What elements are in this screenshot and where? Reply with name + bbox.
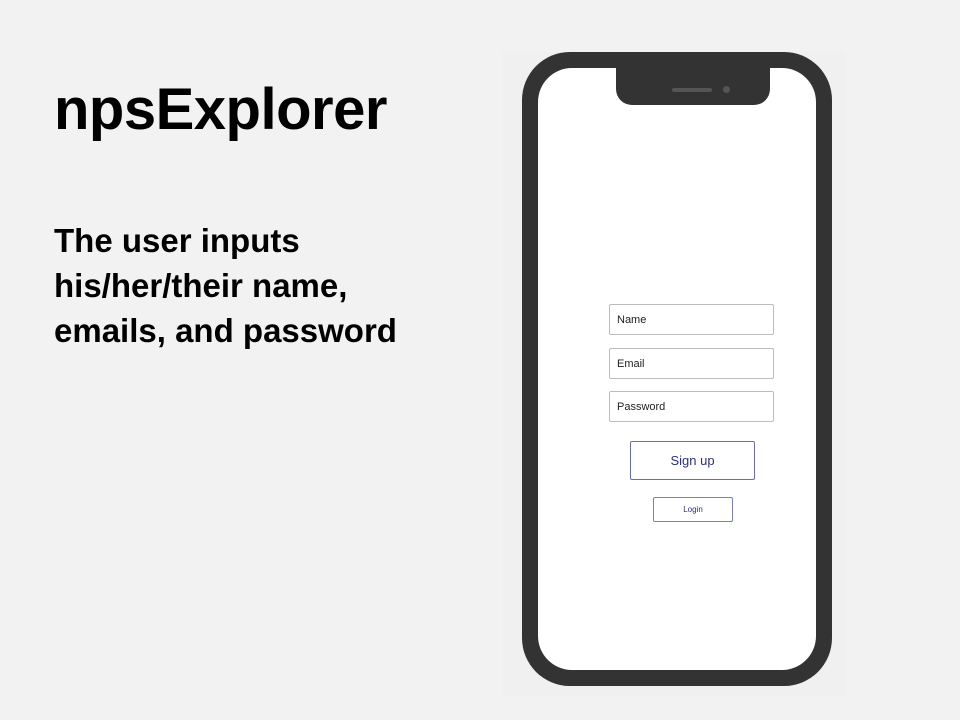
camera-icon [723,86,730,93]
slide-description: The user inputs his/her/their name, emai… [54,222,397,349]
phone-frame: Sign up Login [522,52,832,686]
slide-title: npsExplorer [54,77,387,142]
name-field[interactable] [609,304,774,335]
phone-notch [616,68,770,105]
email-field[interactable] [609,348,774,379]
phone-screen: Sign up Login [538,68,816,670]
login-button[interactable]: Login [653,497,733,522]
password-field[interactable] [609,391,774,422]
speaker-icon [672,88,712,92]
signup-button[interactable]: Sign up [630,441,755,480]
